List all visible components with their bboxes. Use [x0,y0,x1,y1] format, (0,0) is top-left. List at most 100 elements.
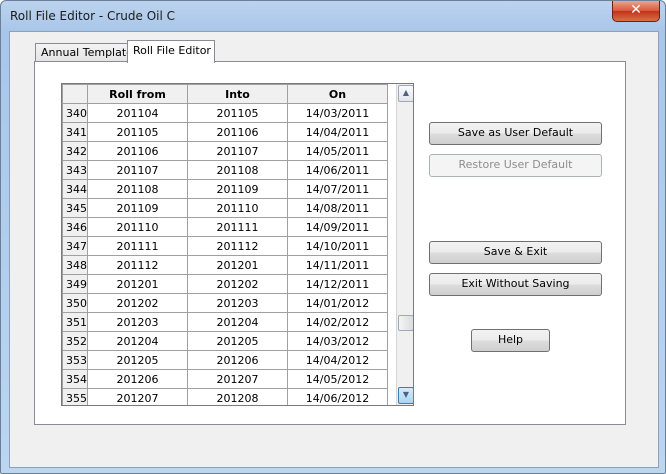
row-number-cell[interactable]: 350 [62,293,88,313]
on-date-cell[interactable]: 14/12/2011 [287,274,388,294]
into-cell[interactable]: 201105 [187,103,288,123]
into-cell[interactable]: 201201 [187,255,288,275]
on-date-cell[interactable]: 14/03/2012 [287,331,388,351]
table-row[interactable]: 349 201201 201202 14/12/2011 [62,274,388,294]
into-cell[interactable]: 201112 [187,236,288,256]
row-number-cell[interactable]: 354 [62,369,88,389]
tab-roll-file-editor[interactable]: Roll File Editor [127,40,215,63]
into-cell[interactable]: 201110 [187,198,288,218]
col-header-into[interactable]: Into [187,84,288,104]
col-header-on[interactable]: On [287,84,388,104]
on-date-cell[interactable]: 14/04/2011 [287,122,388,142]
row-number-cell[interactable]: 347 [62,236,88,256]
on-date-cell[interactable]: 14/02/2012 [287,312,388,332]
col-header-roll-from[interactable]: Roll from [87,84,188,104]
scroll-up-button[interactable]: ▲ [398,85,413,102]
scroll-thumb[interactable] [398,315,413,331]
scroll-down-button[interactable]: ▼ [398,387,413,404]
row-number-cell[interactable]: 341 [62,122,88,142]
table-row[interactable]: 341 201105 201106 14/04/2011 [62,122,388,142]
into-cell[interactable]: 201208 [187,388,288,405]
roll-from-cell[interactable]: 201207 [87,388,188,405]
on-date-cell[interactable]: 14/07/2011 [287,179,388,199]
help-button[interactable]: Help [471,329,550,352]
save-and-exit-button[interactable]: Save & Exit [429,241,602,264]
into-cell[interactable]: 201108 [187,160,288,180]
row-number-cell[interactable]: 343 [62,160,88,180]
into-cell[interactable]: 201202 [187,274,288,294]
on-date-cell[interactable]: 14/08/2011 [287,198,388,218]
on-date-cell[interactable]: 14/05/2012 [287,369,388,389]
into-cell[interactable]: 201207 [187,369,288,389]
roll-from-cell[interactable]: 201201 [87,274,188,294]
row-number-cell[interactable]: 355 [62,388,88,405]
table-row[interactable]: 344 201108 201109 14/07/2011 [62,179,388,199]
save-as-user-default-button[interactable]: Save as User Default [429,122,602,145]
roll-from-cell[interactable]: 201110 [87,217,188,237]
row-number-cell[interactable]: 346 [62,217,88,237]
table-row[interactable]: 353 201205 201206 14/04/2012 [62,350,388,370]
window-title: Roll File Editor - Crude Oil C [10,9,176,23]
into-cell[interactable]: 201106 [187,122,288,142]
roll-table: Roll from Into On 340 201104 201105 14/03/2… [62,84,388,405]
title-bar[interactable]: Roll File Editor - Crude Oil C ✕ [1,1,665,31]
tab-annual-template[interactable]: Annual Template [35,43,134,62]
into-cell[interactable]: 201205 [187,331,288,351]
on-date-cell[interactable]: 14/06/2011 [287,160,388,180]
table-row[interactable]: 355 201207 201208 14/06/2012 [62,388,388,405]
row-number-cell[interactable]: 349 [62,274,88,294]
table-row[interactable]: 340 201104 201105 14/03/2011 [62,103,388,123]
table-row[interactable]: 348 201112 201201 14/11/2011 [62,255,388,275]
on-date-cell[interactable]: 14/04/2012 [287,350,388,370]
row-number-cell[interactable]: 348 [62,255,88,275]
roll-from-cell[interactable]: 201206 [87,369,188,389]
table-row[interactable]: 343 201107 201108 14/06/2011 [62,160,388,180]
row-number-cell[interactable]: 340 [62,103,88,123]
on-date-cell[interactable]: 14/09/2011 [287,217,388,237]
on-date-cell[interactable]: 14/03/2011 [287,103,388,123]
table-row[interactable]: 347 201111 201112 14/10/2011 [62,236,388,256]
roll-from-cell[interactable]: 201202 [87,293,188,313]
row-number-cell[interactable]: 352 [62,331,88,351]
roll-from-cell[interactable]: 201104 [87,103,188,123]
roll-grid[interactable]: Roll from Into On 340 201104 201105 14/03/2… [61,83,414,406]
roll-from-cell[interactable]: 201106 [87,141,188,161]
roll-from-cell[interactable]: 201109 [87,198,188,218]
table-row[interactable]: 345 201109 201110 14/08/2011 [62,198,388,218]
on-date-cell[interactable]: 14/06/2012 [287,388,388,405]
row-number-cell[interactable]: 345 [62,198,88,218]
table-row[interactable]: 342 201106 201107 14/05/2011 [62,141,388,161]
into-cell[interactable]: 201107 [187,141,288,161]
into-cell[interactable]: 201204 [187,312,288,332]
roll-from-cell[interactable]: 201204 [87,331,188,351]
into-cell[interactable]: 201111 [187,217,288,237]
table-row[interactable]: 352 201204 201205 14/03/2012 [62,331,388,351]
into-cell[interactable]: 201206 [187,350,288,370]
vertical-scrollbar[interactable]: ▲ ▼ [396,84,413,405]
roll-from-cell[interactable]: 201205 [87,350,188,370]
row-number-cell[interactable]: 342 [62,141,88,161]
roll-from-cell[interactable]: 201108 [87,179,188,199]
on-date-cell[interactable]: 14/11/2011 [287,255,388,275]
roll-from-cell[interactable]: 201105 [87,122,188,142]
on-date-cell[interactable]: 14/10/2011 [287,236,388,256]
table-row[interactable]: 354 201206 201207 14/05/2012 [62,369,388,389]
table-row[interactable]: 346 201110 201111 14/09/2011 [62,217,388,237]
row-number-cell[interactable]: 353 [62,350,88,370]
into-cell[interactable]: 201203 [187,293,288,313]
roll-from-cell[interactable]: 201112 [87,255,188,275]
roll-from-cell[interactable]: 201107 [87,160,188,180]
on-date-cell[interactable]: 14/05/2011 [287,141,388,161]
row-number-cell[interactable]: 351 [62,312,88,332]
row-number-cell[interactable]: 344 [62,179,88,199]
table-row[interactable]: 350 201202 201203 14/01/2012 [62,293,388,313]
table-row[interactable]: 351 201203 201204 14/02/2012 [62,312,388,332]
on-date-cell[interactable]: 14/01/2012 [287,293,388,313]
exit-without-saving-button[interactable]: Exit Without Saving [429,273,602,296]
close-button[interactable]: ✕ [612,1,660,22]
roll-from-cell[interactable]: 201203 [87,312,188,332]
close-icon: ✕ [630,2,642,18]
restore-user-default-button[interactable]: Restore User Default [429,154,602,177]
roll-from-cell[interactable]: 201111 [87,236,188,256]
into-cell[interactable]: 201109 [187,179,288,199]
